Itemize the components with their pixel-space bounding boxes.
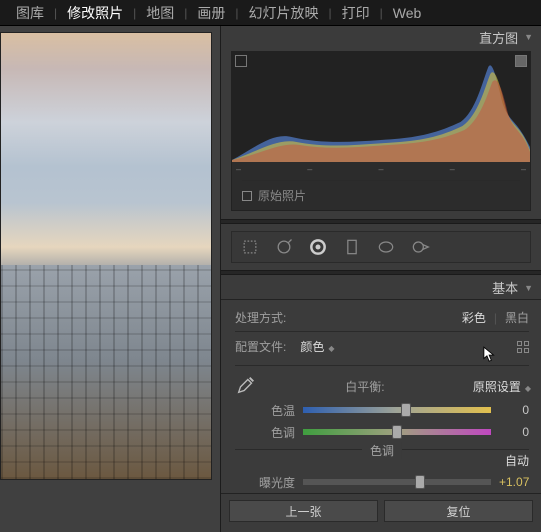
tone-separator: 色调 bbox=[235, 449, 529, 450]
treatment-color[interactable]: 彩色 bbox=[462, 309, 486, 326]
exposure-slider[interactable] bbox=[303, 479, 491, 485]
photo-preview-area bbox=[0, 26, 220, 532]
photo-preview[interactable] bbox=[0, 32, 212, 480]
wb-row: 白平衡: 原照设置◆ bbox=[235, 374, 529, 399]
profile-row: 配置文件: 颜色◆ bbox=[235, 338, 529, 366]
tab-print[interactable]: 打印 bbox=[336, 3, 376, 23]
basic-title: 基本 bbox=[492, 278, 518, 297]
eyedropper-tool[interactable] bbox=[235, 374, 257, 399]
temp-slider[interactable] bbox=[303, 407, 491, 413]
histogram-ticks: – – – – – bbox=[236, 164, 526, 174]
highlight-clip-indicator[interactable] bbox=[515, 55, 527, 67]
profile-label: 配置文件: bbox=[235, 338, 286, 355]
gradient-tool[interactable] bbox=[339, 236, 365, 258]
tab-develop[interactable]: 修改照片 bbox=[61, 3, 129, 23]
divider bbox=[221, 219, 541, 224]
tab-slideshow[interactable]: 幻灯片放映 bbox=[243, 3, 325, 23]
spot-tool[interactable] bbox=[271, 236, 297, 258]
wb-label: 白平衡: bbox=[257, 378, 473, 395]
exposure-label: 曝光度 bbox=[235, 474, 295, 491]
tone-label: 色调 bbox=[362, 442, 402, 459]
histogram-svg bbox=[232, 52, 530, 162]
redeye-tool[interactable] bbox=[305, 236, 331, 258]
treatment-row: 处理方式: 彩色 | 黑白 bbox=[235, 306, 529, 332]
temp-slider-row: 色温 0 bbox=[235, 399, 529, 421]
tab-library[interactable]: 图库 bbox=[10, 3, 50, 23]
tool-strip bbox=[231, 231, 531, 263]
tint-slider[interactable] bbox=[303, 429, 491, 435]
crop-tool[interactable] bbox=[237, 236, 263, 258]
shadow-clip-indicator[interactable] bbox=[235, 55, 247, 67]
tint-value[interactable]: 0 bbox=[499, 425, 529, 439]
tint-slider-row: 色调 0 bbox=[235, 421, 529, 443]
profile-dropdown[interactable]: 颜色◆ bbox=[300, 338, 332, 355]
raw-photo-row: 原始照片 bbox=[242, 180, 520, 204]
divider bbox=[221, 270, 541, 275]
histogram-title: 直方图 bbox=[479, 28, 518, 47]
tab-web[interactable]: Web bbox=[387, 5, 428, 21]
temp-label: 色温 bbox=[235, 402, 295, 419]
histogram-chart[interactable]: – – – – – bbox=[232, 52, 530, 162]
exposure-value[interactable]: +1.07 bbox=[499, 475, 529, 489]
basic-header[interactable]: 基本 ▼ bbox=[221, 277, 541, 299]
histogram-header[interactable]: 直方图 ▼ bbox=[221, 26, 541, 48]
footer-buttons: 上一张 复位 bbox=[221, 493, 541, 532]
treatment-bw[interactable]: 黑白 bbox=[505, 309, 529, 326]
tab-book[interactable]: 画册 bbox=[191, 3, 231, 23]
right-panel: 直方图 ▼ – – – – – bbox=[220, 26, 541, 532]
collapse-icon: ▼ bbox=[524, 32, 533, 42]
collapse-icon: ▼ bbox=[524, 283, 533, 293]
basic-panel: 处理方式: 彩色 | 黑白 配置文件: 颜色◆ bbox=[221, 299, 541, 493]
auto-tone-button[interactable]: 自动 bbox=[505, 454, 529, 468]
tab-map[interactable]: 地图 bbox=[140, 3, 180, 23]
raw-checkbox[interactable] bbox=[242, 191, 252, 201]
histogram-panel: – – – – – 原始照片 bbox=[231, 51, 531, 211]
tint-label: 色调 bbox=[235, 424, 295, 441]
wb-dropdown[interactable]: 原照设置◆ bbox=[473, 378, 529, 395]
treatment-label: 处理方式: bbox=[235, 309, 286, 326]
reset-button[interactable]: 复位 bbox=[384, 500, 533, 522]
prev-button[interactable]: 上一张 bbox=[229, 500, 378, 522]
radial-tool[interactable] bbox=[373, 236, 399, 258]
exposure-slider-row: 曝光度 +1.07 bbox=[235, 471, 529, 493]
raw-label: 原始照片 bbox=[258, 187, 306, 204]
temp-value[interactable]: 0 bbox=[499, 403, 529, 417]
brush-tool[interactable] bbox=[407, 236, 433, 258]
profile-browser-icon[interactable] bbox=[517, 341, 529, 353]
top-nav: 图库 | 修改照片 | 地图 | 画册 | 幻灯片放映 | 打印 | Web bbox=[0, 0, 541, 26]
